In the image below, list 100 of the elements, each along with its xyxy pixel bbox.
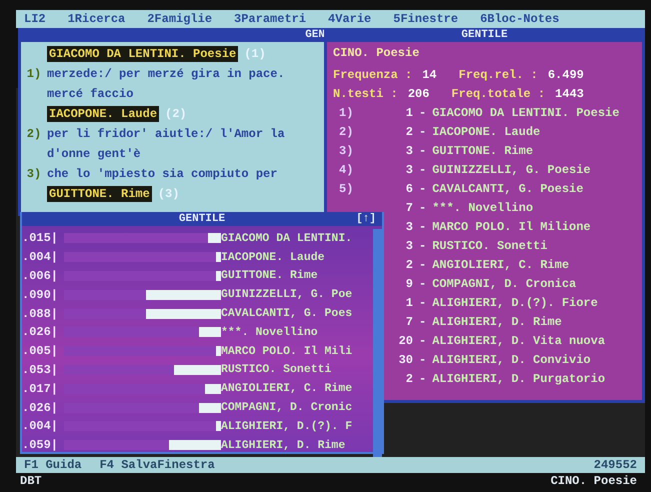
occurrence-count: 2 bbox=[404, 258, 413, 272]
occurrence-count: 2 bbox=[404, 124, 413, 138]
separator-dash: - bbox=[419, 296, 426, 310]
frequency-value: .004| bbox=[22, 419, 60, 434]
frequency-value: .015| bbox=[22, 231, 60, 246]
work-title: MARCO POLO. Il Milione bbox=[432, 220, 591, 234]
window-title: GENTILE bbox=[460, 29, 509, 41]
separator-dash: - bbox=[419, 238, 426, 252]
row-index: 1) bbox=[338, 106, 354, 120]
menu-item[interactable]: 2Famiglie bbox=[147, 12, 212, 26]
work-title: IACOPONE. Laude bbox=[432, 124, 540, 138]
separator-dash: - bbox=[419, 144, 426, 158]
frequency-value: .026| bbox=[22, 325, 60, 340]
menu-item[interactable]: LI2 bbox=[24, 12, 46, 26]
row-index: 4) bbox=[338, 162, 354, 176]
separator-dash: - bbox=[419, 372, 426, 386]
separator-dash: - bbox=[419, 106, 426, 120]
row-index: 2) bbox=[338, 124, 354, 138]
separator-dash: - bbox=[419, 124, 426, 138]
occurrence-count: 1 bbox=[404, 296, 413, 310]
work-title: ANGIOLIERI, C. Rime bbox=[221, 382, 354, 396]
source-heading: GUITTONE. Rime bbox=[47, 186, 152, 202]
separator-dash: - bbox=[419, 182, 426, 196]
work-title: GUITTONE. Rime bbox=[221, 269, 319, 282]
stat-label: Freq.totale : bbox=[451, 86, 546, 100]
work-title: ***. Novellino bbox=[432, 200, 534, 214]
current-source: CINO. Poesie bbox=[550, 474, 637, 488]
resize-control[interactable]: [↑] bbox=[356, 213, 376, 225]
work-title: ***. Novellino bbox=[221, 326, 319, 339]
separator-dash: - bbox=[419, 314, 426, 328]
work-title: GIACOMO DA LENTINI. bbox=[221, 232, 354, 245]
occurrence-count: 30 bbox=[398, 352, 413, 366]
frequency-value: .005| bbox=[22, 344, 60, 358]
verse-line: merzede:/ per merzé gira in pace. bbox=[47, 67, 285, 81]
menu-item[interactable]: 4Varie bbox=[328, 12, 372, 26]
frequency-value: .090| bbox=[22, 288, 60, 302]
work-title: ALIGHIERI, D. Convivio bbox=[432, 352, 591, 366]
work-title: GUINIZZELLI, G. Poe bbox=[221, 288, 354, 302]
stat-value: 206 bbox=[408, 86, 430, 100]
scrollbar[interactable] bbox=[373, 229, 382, 457]
frequency-value: .059| bbox=[22, 438, 60, 452]
menu-item[interactable]: 3Parametri bbox=[234, 12, 306, 26]
separator-dash: - bbox=[419, 220, 426, 234]
source-heading: GIACOMO DA LENTINI. Poesie bbox=[47, 46, 238, 62]
separator-dash: - bbox=[419, 162, 426, 176]
frequency-value: .088| bbox=[22, 306, 60, 321]
separator-dash: - bbox=[419, 258, 426, 272]
author-heading: CINO. Poesie bbox=[333, 46, 420, 62]
stat-value: 1443 bbox=[555, 86, 584, 100]
stat-label: Frequenza : bbox=[333, 68, 412, 82]
occurrence-count: 2 bbox=[404, 372, 413, 386]
verse-number: 1) bbox=[26, 67, 42, 81]
occurrence-count: 3 bbox=[404, 238, 413, 252]
frequency-value: .017| bbox=[22, 382, 60, 396]
reference-number: (1) bbox=[244, 47, 266, 61]
database-name: DBT bbox=[20, 474, 42, 488]
record-count: 249552 bbox=[594, 458, 637, 472]
separator-dash: - bbox=[419, 352, 426, 366]
verse-line: d'onne gent'è bbox=[47, 147, 141, 161]
function-key-hint[interactable]: F4 SalvaFinestra bbox=[100, 458, 215, 472]
source-heading: IACOPONE. Laude bbox=[47, 106, 160, 122]
reference-number: (3) bbox=[158, 187, 180, 201]
stat-value: 14 bbox=[422, 68, 437, 82]
work-title: GUINIZZELLI, G. Poesie bbox=[432, 162, 591, 176]
verse-line: per li fridor' aiutle:/ l'Amor la bbox=[47, 127, 285, 141]
separator-dash: - bbox=[419, 334, 426, 348]
work-title: IACOPONE. Laude bbox=[221, 250, 326, 264]
function-key-hint[interactable]: F1 Guida bbox=[24, 458, 82, 472]
verse-number: 3) bbox=[26, 167, 42, 181]
separator-dash: - bbox=[419, 276, 426, 290]
work-title: ALIGHIERI, D. Purgatorio bbox=[432, 372, 606, 386]
occurrence-count: 3 bbox=[404, 220, 413, 234]
row-index: 5) bbox=[338, 182, 354, 196]
verse-line: mercé faccio bbox=[47, 87, 134, 101]
menu-item[interactable]: 5Finestre bbox=[393, 12, 458, 26]
stat-label: N.testi : bbox=[333, 86, 398, 100]
occurrence-count: 20 bbox=[398, 334, 413, 348]
occurrence-count: 7 bbox=[404, 200, 413, 214]
menu-item[interactable]: 1Ricerca bbox=[68, 12, 126, 26]
work-title: ALIGHIERI, D. Vita nuova bbox=[432, 334, 606, 348]
stat-label: Freq.rel. : bbox=[458, 68, 538, 82]
occurrence-count: 3 bbox=[404, 162, 413, 176]
work-title: RUSTICO. Sonetti bbox=[221, 363, 332, 376]
verse-number: 2) bbox=[26, 127, 42, 141]
work-title: ALIGHIERI, D.(?). F bbox=[221, 420, 354, 433]
work-title: ALIGHIERI, D. Rime bbox=[432, 314, 562, 328]
work-title: CAVALCANTI, G. Poes bbox=[221, 307, 354, 320]
frequency-value: .053| bbox=[22, 362, 60, 377]
verse-line: che lo 'mpiesto sia compiuto per bbox=[47, 167, 278, 181]
frequency-value: .006| bbox=[22, 268, 60, 283]
stat-value: 6.499 bbox=[548, 68, 584, 82]
work-title: GIACOMO DA LENTINI. Poesie bbox=[432, 106, 620, 120]
work-title: ALIGHIERI, D.(?). Fiore bbox=[432, 296, 598, 310]
frequency-value: .026| bbox=[22, 400, 60, 415]
occurrence-count: 9 bbox=[404, 276, 413, 290]
occurrence-count: 7 bbox=[404, 314, 413, 328]
menu-item[interactable]: 6Bloc-Notes bbox=[480, 12, 560, 26]
work-title: RUSTICO. Sonetti bbox=[432, 238, 548, 252]
work-title: MARCO POLO. Il Mili bbox=[221, 344, 354, 358]
frequency-value: .004| bbox=[22, 250, 60, 264]
